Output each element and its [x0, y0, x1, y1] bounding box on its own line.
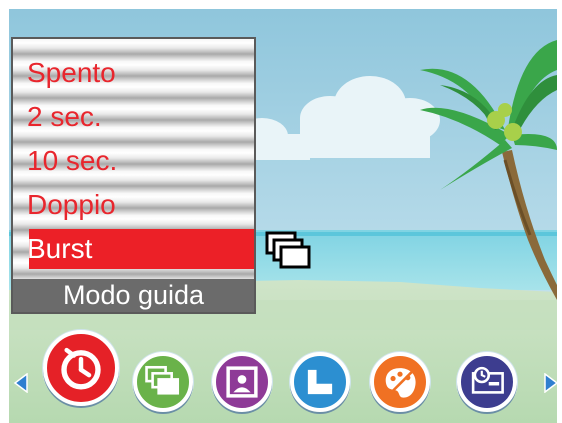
drive-mode-menu: Spento 2 sec. 10 sec. Doppio Burst Modo …	[11, 37, 256, 314]
burst-mode-icon	[145, 365, 180, 395]
self-timer-icon	[61, 347, 101, 390]
size-button[interactable]	[290, 352, 350, 412]
effects-button[interactable]	[370, 352, 430, 412]
scroll-left-arrow-icon[interactable]	[13, 373, 29, 393]
scroll-right-arrow-icon[interactable]	[543, 373, 559, 393]
menu-item-burst[interactable]: Burst	[27, 227, 92, 271]
menu-item-2-sec[interactable]: 2 sec.	[27, 95, 102, 139]
palette-icon	[385, 368, 416, 398]
menu-item-10-sec[interactable]: 10 sec.	[27, 139, 117, 183]
camera-screen: Spento 2 sec. 10 sec. Doppio Burst Modo …	[0, 0, 562, 423]
portrait-frame-icon	[226, 366, 258, 398]
self-timer-button[interactable]	[43, 330, 119, 406]
frame-button[interactable]	[212, 352, 272, 412]
date-imprint-icon	[471, 366, 504, 394]
date-imprint-button[interactable]	[457, 352, 517, 412]
print-size-icon	[307, 369, 333, 395]
burst-mode-button[interactable]	[133, 352, 193, 412]
menu-item-off[interactable]: Spento	[27, 51, 116, 95]
burst-mode-icon	[265, 231, 311, 269]
menu-title-drive-mode: Modo guida	[13, 279, 254, 312]
menu-item-double[interactable]: Doppio	[27, 183, 116, 227]
